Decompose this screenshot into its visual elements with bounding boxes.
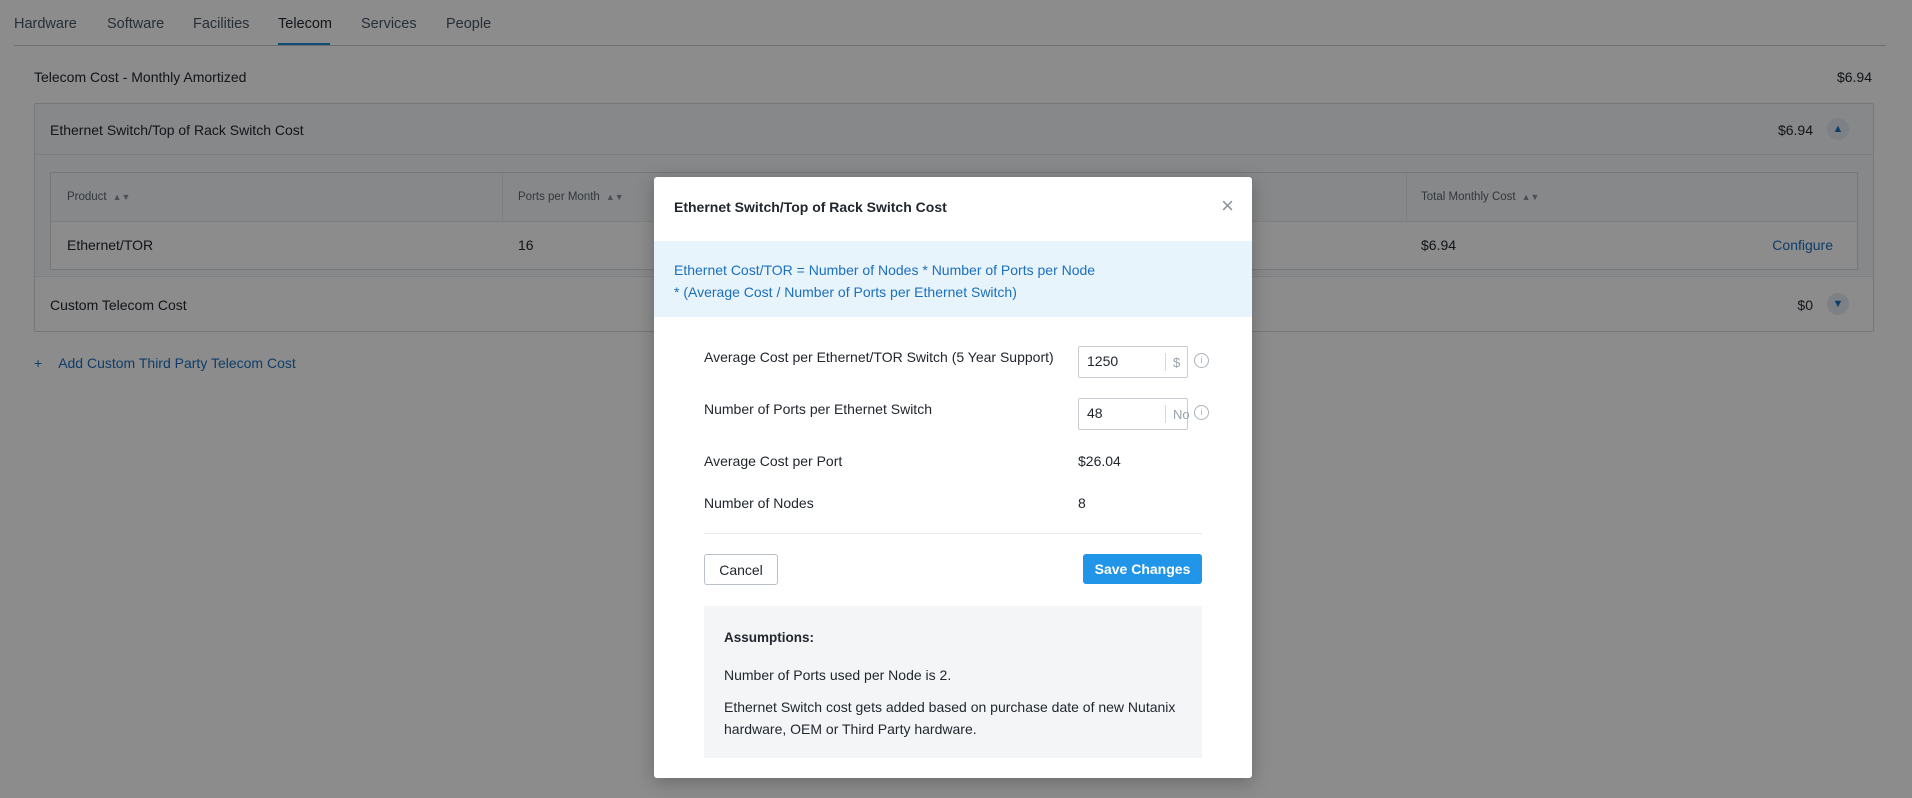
unit-divider xyxy=(1165,405,1166,423)
close-icon[interactable]: × xyxy=(1221,195,1234,217)
info-icon[interactable]: i xyxy=(1194,353,1209,368)
avg-cost-input[interactable] xyxy=(1079,347,1165,375)
ethernet-cost-modal: Ethernet Switch/Top of Rack Switch Cost … xyxy=(654,177,1252,778)
ports-per-switch-input[interactable] xyxy=(1079,399,1165,427)
assumptions-title: Assumptions: xyxy=(724,630,815,645)
modal-divider xyxy=(704,533,1202,534)
formula-banner: Ethernet Cost/TOR = Number of Nodes * Nu… xyxy=(654,241,1252,317)
dollar-unit: $ xyxy=(1173,355,1181,370)
avg-cost-field[interactable]: $ xyxy=(1078,346,1188,378)
assumption-2: Ethernet Switch cost gets added based on… xyxy=(724,699,1176,737)
avg-cost-per-port-label: Average Cost per Port xyxy=(704,453,843,469)
ports-per-switch-label: Number of Ports per Ethernet Switch xyxy=(704,401,932,417)
avg-cost-label: Average Cost per Ethernet/TOR Switch (5 … xyxy=(704,349,1054,365)
modal-header: Ethernet Switch/Top of Rack Switch Cost … xyxy=(654,177,1252,242)
modal-title: Ethernet Switch/Top of Rack Switch Cost xyxy=(674,199,947,215)
assumptions-panel: Assumptions: Number of Ports used per No… xyxy=(704,606,1202,758)
cancel-button[interactable]: Cancel xyxy=(704,554,778,585)
nodes-value: 8 xyxy=(1078,495,1086,511)
assumption-1: Number of Ports used per Node is 2. xyxy=(724,667,952,683)
save-changes-button[interactable]: Save Changes xyxy=(1083,554,1202,584)
info-icon[interactable]: i xyxy=(1194,405,1209,420)
avg-cost-per-port-value: $26.04 xyxy=(1078,453,1121,469)
ports-per-switch-field[interactable]: No xyxy=(1078,398,1190,430)
number-unit: No xyxy=(1173,407,1190,422)
formula-line-1: Ethernet Cost/TOR = Number of Nodes * Nu… xyxy=(674,262,1096,278)
formula-line-2: * (Average Cost / Number of Ports per Et… xyxy=(674,284,1017,300)
unit-divider xyxy=(1165,353,1166,371)
nodes-label: Number of Nodes xyxy=(704,495,814,511)
